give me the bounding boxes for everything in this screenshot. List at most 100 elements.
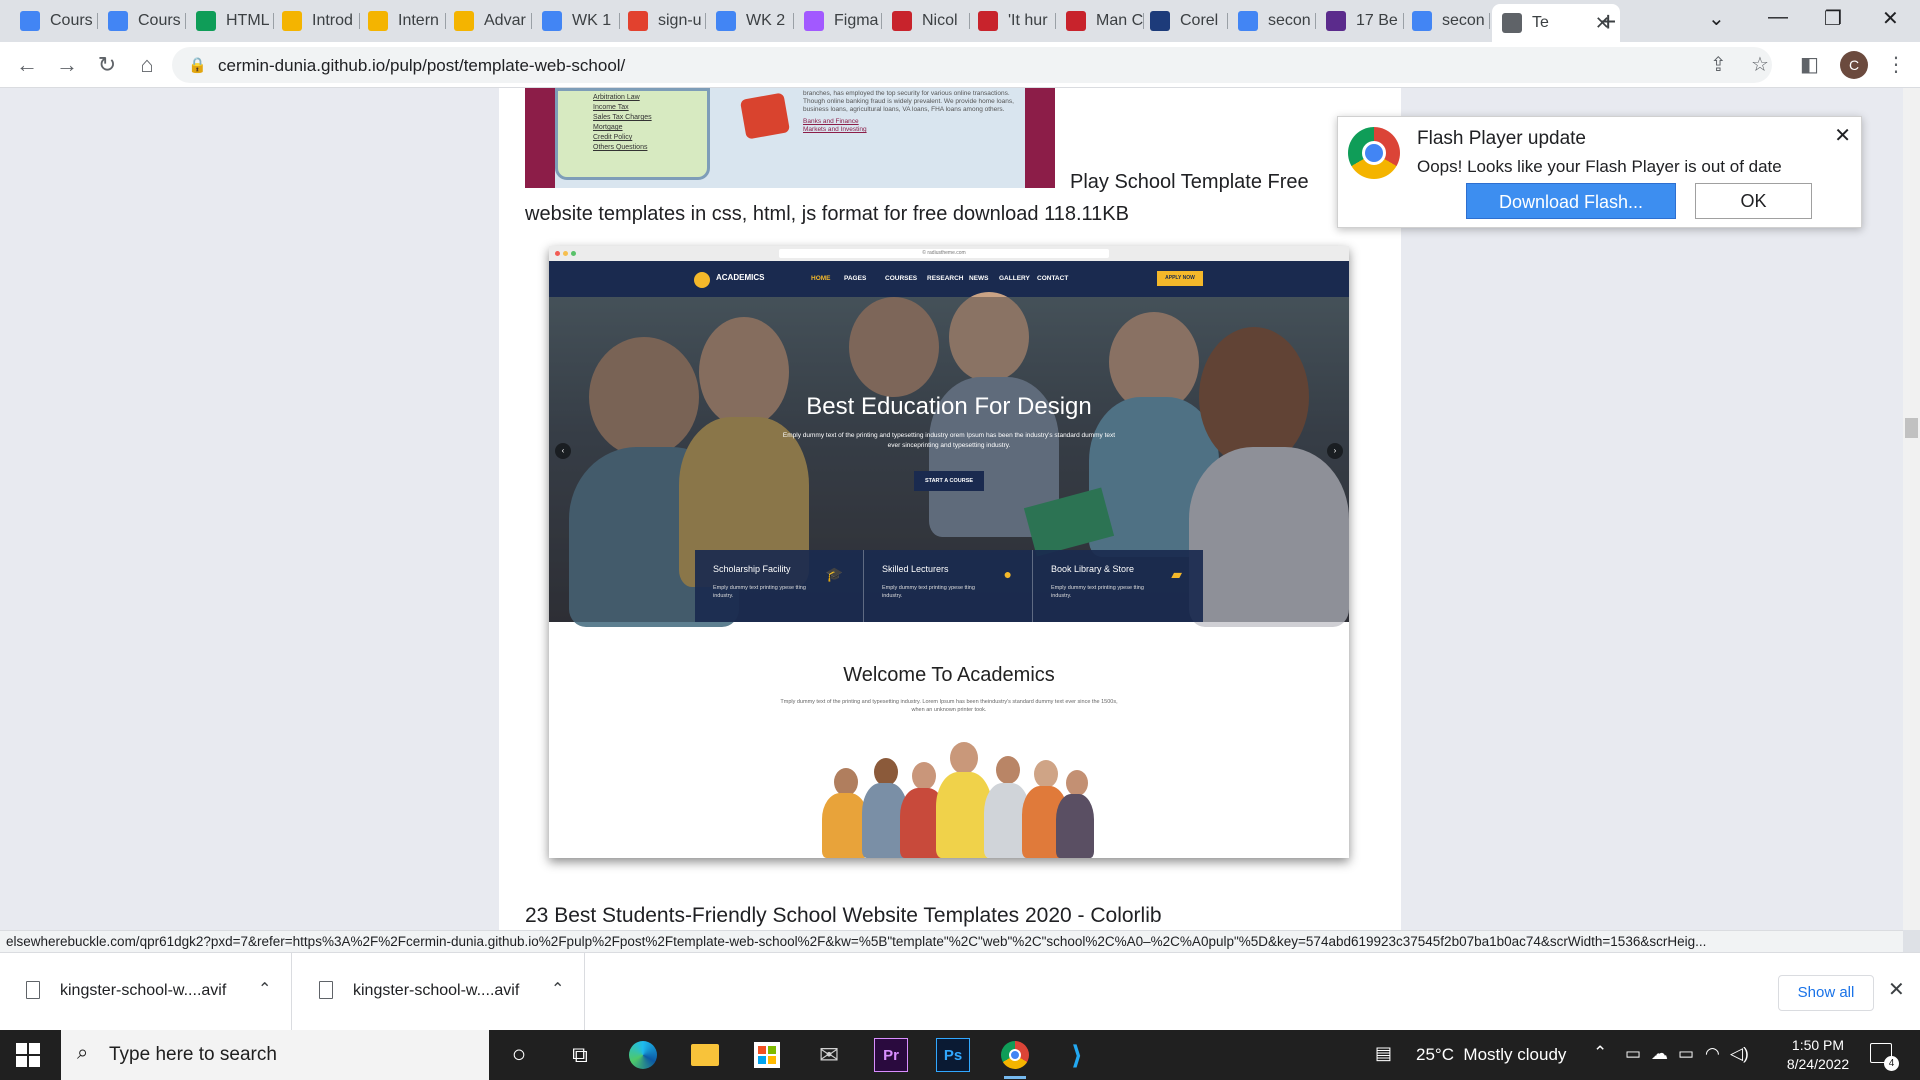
browser-tab[interactable]: Cours xyxy=(98,5,186,37)
close-window-button[interactable]: ✕ xyxy=(1882,6,1899,31)
browser-tab[interactable]: Intern xyxy=(358,5,446,37)
tab-title[interactable]: WK 1 xyxy=(572,12,611,30)
battery-icon[interactable]: ▭ xyxy=(1678,1044,1694,1064)
chrome-logo-icon xyxy=(1348,127,1400,179)
windows-start-icon[interactable] xyxy=(16,1043,40,1067)
browser-tab[interactable]: Corel xyxy=(1140,5,1228,37)
browser-tab[interactable]: Introd xyxy=(272,5,360,37)
scrollbar-thumb[interactable] xyxy=(1905,418,1918,438)
windows-taskbar: ⌕ Type here to search ○ ⧉ ✉ Pr Ps ⟩ ▤ 25… xyxy=(0,1030,1920,1080)
search-placeholder[interactable]: Type here to search xyxy=(109,1044,277,1066)
weather-text[interactable]: 25°C Mostly cloudy xyxy=(1416,1045,1566,1065)
vscode-icon[interactable]: ⟩ xyxy=(1060,1038,1094,1072)
browser-tab[interactable]: secon xyxy=(1402,5,1490,37)
download-flash-button[interactable]: Download Flash... xyxy=(1466,183,1676,219)
tab-title[interactable]: HTML xyxy=(226,12,270,30)
task-view-icon[interactable]: ⧉ xyxy=(563,1038,597,1072)
download-item[interactable]: kingster-school-w....avif ⌃ xyxy=(293,953,585,1031)
profile-avatar[interactable]: C xyxy=(1840,51,1868,79)
academics-template-screenshot[interactable]: © radiustheme.com ACADEMICS HOME PAGES COU… xyxy=(549,246,1349,858)
chevron-up-icon[interactable]: ⌃ xyxy=(1593,1043,1607,1063)
edge-icon[interactable] xyxy=(626,1038,660,1072)
tab-title[interactable]: Nicol xyxy=(922,12,958,30)
feature-scholarship: Scholarship Facility Emply dummy text pr… xyxy=(695,550,864,622)
wifi-icon[interactable]: ◠ xyxy=(1705,1044,1720,1064)
taskbar-search[interactable]: ⌕ Type here to search xyxy=(61,1030,489,1080)
browser-tab[interactable]: WK 1 xyxy=(532,5,620,37)
tab-title[interactable]: Corel xyxy=(1180,12,1218,30)
url-text[interactable]: cermin-dunia.github.io/pulp/post/templat… xyxy=(218,56,625,76)
maximize-button[interactable]: ❐ xyxy=(1824,6,1842,31)
hero-subtitle: Emply dummy text of the printing and typ… xyxy=(782,432,1116,449)
page-scrollbar[interactable] xyxy=(1903,88,1920,930)
video-icon xyxy=(1066,11,1086,31)
browser-tab[interactable]: Cours xyxy=(10,5,98,37)
tab-title[interactable]: Figma xyxy=(834,12,878,30)
tab-title[interactable]: Te xyxy=(1532,14,1549,32)
tab-title[interactable]: secon xyxy=(1442,12,1485,30)
tab-title[interactable]: secon xyxy=(1268,12,1311,30)
close-icon[interactable]: ✕ xyxy=(1834,123,1851,148)
back-button[interactable]: ← xyxy=(12,50,42,80)
cortana-icon[interactable]: ○ xyxy=(502,1038,536,1072)
flash-popup-title: Flash Player update xyxy=(1417,128,1586,149)
forward-button[interactable]: → xyxy=(52,50,82,80)
download-item[interactable]: kingster-school-w....avif ⌃ xyxy=(0,953,292,1031)
tab-title[interactable]: Intern xyxy=(398,12,439,30)
preview-bullet: Banks and Finance xyxy=(803,118,859,125)
show-all-button[interactable]: Show all xyxy=(1778,975,1874,1011)
browser-tab[interactable]: HTML xyxy=(186,5,274,37)
share-icon[interactable]: ⇪ xyxy=(1710,52,1727,77)
tab-title[interactable]: 17 Be xyxy=(1356,12,1398,30)
reload-button[interactable]: ↻ xyxy=(92,50,122,80)
browser-tab[interactable]: 'It hur xyxy=(968,5,1056,37)
onedrive-icon[interactable]: ☁ xyxy=(1651,1044,1668,1064)
mail-icon[interactable]: ✉ xyxy=(812,1038,846,1072)
browser-tab[interactable]: Nicol xyxy=(882,5,970,37)
tab-title[interactable]: Cours xyxy=(138,12,181,30)
browser-tab[interactable]: Figma xyxy=(794,5,882,37)
lock-icon[interactable]: 🔒 xyxy=(188,56,207,74)
address-bar[interactable]: 🔒 cermin-dunia.github.io/pulp/post/templ… xyxy=(172,47,1772,83)
browser-tab[interactable]: Advar xyxy=(444,5,532,37)
tab-title[interactable]: Cours xyxy=(50,12,93,30)
home-button[interactable]: ⌂ xyxy=(132,50,162,80)
ok-button[interactable]: OK xyxy=(1695,183,1812,219)
tab-title[interactable]: Introd xyxy=(312,12,353,30)
taskbar-clock[interactable]: 1:50 PM 8/24/2022 xyxy=(1778,1036,1858,1074)
tab-title[interactable]: Man C xyxy=(1096,12,1143,30)
browser-tab[interactable]: Man C xyxy=(1056,5,1144,37)
close-icon[interactable]: ✕ xyxy=(1888,977,1905,1002)
browser-tab[interactable]: 17 Be xyxy=(1316,5,1404,37)
download-filename[interactable]: kingster-school-w....avif xyxy=(60,982,226,1000)
browser-tab[interactable]: sign-u xyxy=(618,5,706,37)
tab-title[interactable]: WK 2 xyxy=(746,12,785,30)
bookmark-star-icon[interactable]: ☆ xyxy=(1751,52,1769,77)
download-filename[interactable]: kingster-school-w....avif xyxy=(353,982,519,1000)
photoshop-icon[interactable]: Ps xyxy=(936,1038,970,1072)
premiere-pro-icon[interactable]: Pr xyxy=(874,1038,908,1072)
new-tab-button[interactable]: + xyxy=(1600,6,1616,38)
microsoft-store-icon[interactable] xyxy=(750,1038,784,1072)
meet-now-icon[interactable]: ▭ xyxy=(1625,1044,1641,1064)
tab-title[interactable]: Advar xyxy=(484,12,526,30)
preview-bullet: Markets and Investing xyxy=(803,126,867,133)
article: Arbitration Law Income Tax Sales Tax Charg… xyxy=(499,88,1401,930)
menu-kebab-icon[interactable]: ⋮ xyxy=(1886,52,1906,77)
colorlib-caption[interactable]: 23 Best Students-Friendly School Website… xyxy=(525,904,1162,928)
tab-title[interactable]: 'It hur xyxy=(1008,12,1048,30)
weather-icon[interactable]: ▤ xyxy=(1375,1043,1392,1064)
tab-search-chevron-icon[interactable]: ⌄ xyxy=(1708,6,1725,31)
browser-tab[interactable]: WK 2 xyxy=(706,5,794,37)
file-explorer-icon[interactable] xyxy=(688,1038,722,1072)
browser-tab[interactable]: secon xyxy=(1228,5,1316,37)
minimize-button[interactable]: — xyxy=(1768,6,1788,29)
chrome-icon[interactable] xyxy=(998,1038,1032,1079)
tab-title[interactable]: sign-u xyxy=(658,12,702,30)
volume-icon[interactable]: ◁) xyxy=(1730,1044,1749,1064)
screenshot-nav-item: RESEARCH xyxy=(927,275,964,282)
side-panel-icon[interactable]: ◧ xyxy=(1800,52,1819,77)
chevron-up-icon[interactable]: ⌃ xyxy=(551,979,564,999)
chevron-up-icon[interactable]: ⌃ xyxy=(258,979,271,999)
browser-toolbar: ← → ↻ ⌂ 🔒 cermin-dunia.github.io/pulp/po… xyxy=(0,42,1920,88)
